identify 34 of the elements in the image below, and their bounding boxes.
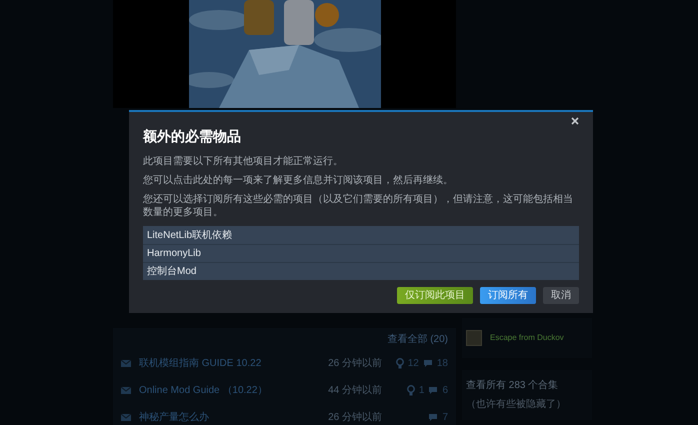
envelope-icon <box>121 414 131 420</box>
discussion-time: 26 分钟以前 <box>328 410 382 424</box>
comment-count: 6 <box>442 384 448 398</box>
award-count: 12 <box>408 356 419 370</box>
collections-note: （也许有些被隐藏了） <box>466 398 567 412</box>
required-item[interactable]: LiteNetLib联机依赖 <box>143 226 579 244</box>
cancel-button[interactable]: 取消 <box>543 287 579 304</box>
discussion-title[interactable]: 联机模组指南 GUIDE 10.22 <box>139 356 320 370</box>
discussion-title[interactable]: 神秘产量怎么办 <box>139 410 320 424</box>
envelope-icon <box>121 360 131 366</box>
comment-count: 18 <box>436 356 448 370</box>
envelope-icon <box>121 386 131 394</box>
subscribe-this-button[interactable]: 仅订阅此项目 <box>397 287 473 304</box>
close-icon[interactable] <box>571 116 579 126</box>
dialog-paragraph: 您还可以选择订阅所有这些必需的项目（以及它们需要的所有项目），但请注意，这可能包括相当数量的更多项目。 <box>143 193 574 219</box>
collections-link[interactable]: 查看所有 283 个合集 <box>466 378 588 393</box>
comment-count: 7 <box>442 410 448 424</box>
discussion-time: 26 分钟以前 <box>328 356 382 370</box>
dialog-paragraph: 您可以点击此处的每一项来了解更多信息并订阅该项目，然后再继续。 <box>143 174 454 187</box>
discussion-time: 44 分钟以前 <box>328 384 382 398</box>
discussion-title[interactable]: Online Mod Guide （10.22） <box>139 382 320 398</box>
lightbulb-icon <box>396 358 404 368</box>
dialog-paragraph: 此项目需要以下所有其他项目才能正常运行。 <box>143 155 344 168</box>
dialog-title: 额外的必需物品 <box>143 127 242 146</box>
game-name: Escape from Duckov <box>490 332 564 344</box>
required-item[interactable]: HarmonyLib <box>143 244 579 262</box>
award-count: 1 <box>418 384 424 398</box>
view-all-link[interactable]: 查看全部 (20) <box>387 332 448 347</box>
comment-icon <box>428 386 438 394</box>
comment-icon <box>428 412 438 422</box>
lightbulb-icon <box>406 384 415 396</box>
comment-icon <box>422 358 433 368</box>
subscribe-all-button[interactable]: 订阅所有 <box>480 287 536 304</box>
required-item[interactable]: 控制台Mod <box>143 262 579 280</box>
